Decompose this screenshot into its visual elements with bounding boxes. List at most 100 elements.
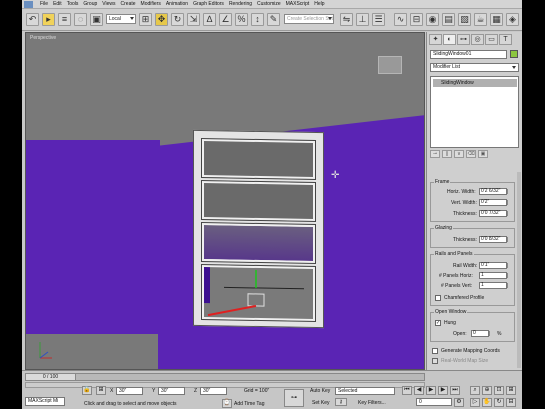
select-scale-icon[interactable]: ⇲ bbox=[187, 13, 200, 26]
menu-maxscript[interactable]: MAXScript bbox=[286, 1, 310, 7]
rails-panels-rollout-title[interactable]: Rails and Panels bbox=[434, 251, 474, 257]
zoom-icon[interactable]: ⌕ bbox=[470, 386, 480, 395]
align-icon[interactable]: ⊥ bbox=[356, 13, 369, 26]
viewport-label[interactable]: Perspective bbox=[30, 35, 56, 41]
menu-animation[interactable]: Animation bbox=[166, 1, 188, 7]
object-name-field[interactable]: SlidingWindow01 bbox=[430, 50, 507, 59]
current-frame-field[interactable]: 0 bbox=[416, 398, 452, 406]
vert-width-spinner[interactable]: 0'2" bbox=[479, 199, 508, 206]
auto-key-button[interactable]: Auto Key bbox=[310, 388, 330, 394]
open-spinner[interactable]: 0 bbox=[471, 330, 490, 337]
chamfered-profile-checkbox[interactable] bbox=[435, 295, 441, 301]
menu-create[interactable]: Create bbox=[121, 1, 136, 7]
make-unique-icon[interactable]: ∨ bbox=[454, 150, 464, 158]
frame-thickness-spinner[interactable]: 0'0 7/32" bbox=[479, 210, 508, 217]
spinner-snap-icon[interactable]: ↕ bbox=[251, 13, 264, 26]
absolute-mode-icon[interactable]: ⊞ bbox=[96, 386, 106, 395]
next-frame-icon[interactable]: ▶ bbox=[438, 386, 448, 395]
hierarchy-tab-icon[interactable]: ⊶ bbox=[457, 34, 470, 45]
maximize-viewport-icon[interactable]: ⊟ bbox=[506, 398, 516, 407]
modifier-list-dropdown[interactable]: Modifier List bbox=[430, 63, 519, 72]
horiz-width-spinner[interactable]: 0'2 6/32" bbox=[479, 188, 508, 195]
fov-icon[interactable]: ▷ bbox=[470, 398, 480, 407]
time-slider[interactable]: 0 / 100 bbox=[25, 373, 425, 381]
remove-modifier-icon[interactable]: ⌫ bbox=[466, 150, 476, 158]
prev-frame-icon[interactable]: ◀ bbox=[414, 386, 424, 395]
scene-object-small[interactable] bbox=[378, 56, 402, 74]
edit-named-selection-icon[interactable]: ✎ bbox=[267, 13, 280, 26]
undo-icon[interactable]: ↶ bbox=[26, 13, 39, 26]
add-time-tag-button[interactable]: Add Time Tag bbox=[234, 401, 264, 407]
utilities-tab-icon[interactable]: T bbox=[499, 34, 512, 45]
maxscript-listener[interactable]: MAXScript Mi bbox=[25, 397, 65, 406]
set-key-button[interactable]: Set Key bbox=[312, 400, 330, 406]
render-setup-icon[interactable]: ▤ bbox=[442, 13, 455, 26]
real-world-map-checkbox[interactable] bbox=[432, 358, 438, 364]
glazing-thickness-spinner[interactable]: 0'0 8/32" bbox=[479, 236, 508, 243]
move-gizmo[interactable] bbox=[204, 267, 314, 325]
pan-icon[interactable]: ✋ bbox=[482, 398, 492, 407]
lock-selection-icon[interactable]: 🔒 bbox=[82, 386, 92, 395]
menu-modifiers[interactable]: Modifiers bbox=[141, 1, 161, 7]
object-color-swatch[interactable] bbox=[510, 50, 518, 58]
render-last-icon[interactable]: ◈ bbox=[506, 13, 519, 26]
wall-left[interactable] bbox=[26, 140, 160, 334]
time-tag-icon[interactable]: ⌚ bbox=[222, 399, 232, 408]
zoom-extents-icon[interactable]: ⊡ bbox=[494, 386, 504, 395]
modify-tab-icon[interactable]: ◐ bbox=[443, 34, 456, 45]
open-window-rollout-title[interactable]: Open Window bbox=[434, 309, 468, 315]
snap-toggle-icon[interactable]: ∆ bbox=[203, 13, 216, 26]
command-panel-scrollbar[interactable] bbox=[517, 172, 521, 368]
percent-snap-icon[interactable]: % bbox=[235, 13, 248, 26]
glazing-rollout-title[interactable]: Glazing bbox=[434, 225, 453, 231]
panels-horiz-spinner[interactable]: 1 bbox=[479, 272, 508, 279]
pin-stack-icon[interactable]: ⊸ bbox=[430, 150, 440, 158]
schematic-view-icon[interactable]: ⊟ bbox=[410, 13, 423, 26]
select-region-icon[interactable]: ◌ bbox=[74, 13, 87, 26]
z-coordinate-field[interactable]: 30" bbox=[200, 387, 227, 395]
time-config-icon[interactable]: ⚙ bbox=[454, 398, 464, 407]
key-filters-button[interactable]: Key Filters... bbox=[358, 400, 386, 406]
quick-render-icon[interactable]: ☕ bbox=[474, 13, 487, 26]
render-frame-icon[interactable]: ▧ bbox=[458, 13, 471, 26]
menu-tools[interactable]: Tools bbox=[67, 1, 79, 7]
key-mode-toggle-icon[interactable]: ⊶ bbox=[284, 389, 304, 407]
select-move-icon[interactable]: ✥ bbox=[155, 13, 168, 26]
display-tab-icon[interactable]: ▭ bbox=[485, 34, 498, 45]
menu-group[interactable]: Group bbox=[83, 1, 97, 7]
zoom-all-icon[interactable]: ⊕ bbox=[482, 386, 492, 395]
layer-manager-icon[interactable]: ☰ bbox=[372, 13, 385, 26]
goto-start-icon[interactable]: ⏮ bbox=[402, 386, 412, 395]
reference-coord-dropdown[interactable]: Local bbox=[106, 14, 136, 24]
motion-tab-icon[interactable]: ◎ bbox=[471, 34, 484, 45]
menu-help[interactable]: Help bbox=[314, 1, 324, 7]
frame-rollout-title[interactable]: Frame bbox=[434, 179, 451, 185]
app-icon[interactable] bbox=[24, 1, 33, 8]
stack-item-slidingwindow[interactable]: SlidingWindow bbox=[433, 79, 517, 87]
material-editor-icon[interactable]: ◉ bbox=[426, 13, 439, 26]
select-by-name-icon[interactable]: ≡ bbox=[58, 13, 71, 26]
menu-edit[interactable]: Edit bbox=[53, 1, 62, 7]
menu-file[interactable]: File bbox=[40, 1, 48, 7]
rail-width-spinner[interactable]: 0'1" bbox=[479, 262, 508, 269]
play-icon[interactable]: ▶ bbox=[426, 386, 436, 395]
window-crossing-icon[interactable]: ▣ bbox=[90, 13, 103, 26]
render-production-icon[interactable]: ▦ bbox=[490, 13, 503, 26]
curve-editor-icon[interactable]: ∿ bbox=[394, 13, 407, 26]
named-selection-dropdown[interactable]: Create Selection Set bbox=[284, 14, 334, 24]
select-rotate-icon[interactable]: ↻ bbox=[171, 13, 184, 26]
orbit-icon[interactable]: ↻ bbox=[494, 398, 504, 407]
x-coordinate-field[interactable]: 30" bbox=[116, 387, 143, 395]
hung-checkbox[interactable]: ✓ bbox=[435, 320, 441, 326]
mirror-icon[interactable]: ⇋ bbox=[340, 13, 353, 26]
menu-customize[interactable]: Customize bbox=[257, 1, 281, 7]
show-end-result-icon[interactable]: ∥ bbox=[442, 150, 452, 158]
configure-sets-icon[interactable]: ▣ bbox=[478, 150, 488, 158]
key-mode-dropdown[interactable]: Selected bbox=[335, 387, 395, 395]
set-key-icon[interactable]: ⚷ bbox=[335, 398, 347, 406]
generate-mapping-checkbox[interactable] bbox=[432, 348, 438, 354]
panels-vert-spinner[interactable]: 1 bbox=[479, 282, 508, 289]
select-object-icon[interactable]: ▸ bbox=[42, 13, 55, 26]
y-coordinate-field[interactable]: 30" bbox=[158, 387, 185, 395]
create-tab-icon[interactable]: ✦ bbox=[429, 34, 442, 45]
